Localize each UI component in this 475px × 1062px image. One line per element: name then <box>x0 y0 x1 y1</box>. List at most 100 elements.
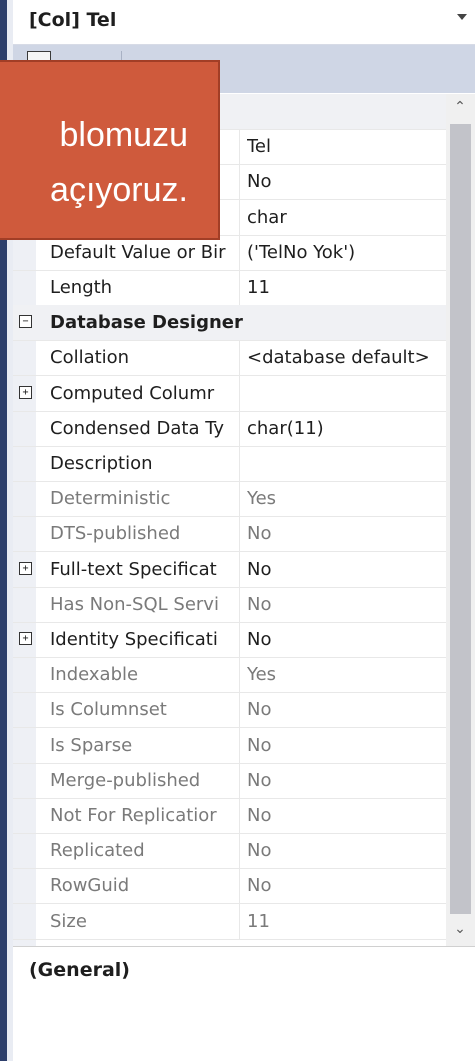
property-value[interactable]: char <box>247 207 443 229</box>
column-divider[interactable] <box>239 199 240 235</box>
column-divider[interactable] <box>239 375 240 411</box>
chevron-up-icon[interactable]: ⌃ <box>454 100 466 114</box>
category-row[interactable]: − Database Designer <box>13 305 446 342</box>
property-value[interactable]: Yes <box>247 488 443 510</box>
property-value[interactable]: No <box>247 523 443 545</box>
property-name: Collation <box>50 347 130 369</box>
expand-icon[interactable]: + <box>19 632 32 645</box>
dropdown-arrow-icon[interactable] <box>457 14 467 20</box>
column-divider[interactable] <box>239 868 240 904</box>
selected-object-title: [Col] Tel <box>29 9 117 31</box>
expand-icon[interactable]: + <box>19 385 32 399</box>
annotation-callout: blomuzu açıyoruz. <box>0 60 220 240</box>
column-divider[interactable] <box>239 798 240 833</box>
property-name: Is Columnset <box>50 699 167 721</box>
property-value[interactable]: No <box>247 770 443 792</box>
column-divider[interactable] <box>239 762 240 798</box>
property-name: DTS-published <box>50 523 181 545</box>
column-divider[interactable] <box>239 234 240 270</box>
column-divider[interactable] <box>239 481 240 517</box>
property-name: Replicated <box>50 840 145 862</box>
property-value[interactable] <box>247 453 443 475</box>
object-selector[interactable]: [Col] Tel <box>13 0 475 45</box>
callout-line-1: blomuzu <box>59 116 188 154</box>
property-row[interactable]: + Full-text Specificat No <box>13 551 446 588</box>
property-row[interactable]: Is Sparse No <box>13 727 446 764</box>
column-divider[interactable] <box>239 340 240 376</box>
property-row[interactable]: Collation <database default> <box>13 340 446 377</box>
property-name: Default Value or Bir <box>50 241 226 263</box>
property-value[interactable]: <database default> <box>247 347 443 369</box>
property-value[interactable]: No <box>247 805 443 827</box>
property-value[interactable]: No <box>247 875 443 897</box>
property-name: Computed Columr <box>50 382 215 404</box>
property-value[interactable]: No <box>247 699 443 721</box>
property-row[interactable]: Condensed Data Ty char(11) <box>13 410 446 447</box>
column-divider[interactable] <box>239 586 240 622</box>
property-row[interactable]: + Identity Specificati No <box>13 622 446 658</box>
property-row[interactable]: Default Value or Bir ('TelNo Yok') <box>13 234 446 271</box>
property-row[interactable]: Is Columnset No <box>13 692 446 729</box>
expand-icon[interactable]: + <box>19 561 32 575</box>
property-row[interactable]: + Computed Columr <box>13 375 446 412</box>
scrollbar-thumb[interactable] <box>450 124 471 914</box>
chevron-down-icon[interactable]: ⌄ <box>454 922 466 936</box>
description-pane: (General) <box>13 946 475 1062</box>
property-name: Database Designer <box>50 312 243 334</box>
column-divider[interactable] <box>239 692 240 728</box>
property-value[interactable]: Tel <box>247 136 443 158</box>
column-divider[interactable] <box>239 833 240 869</box>
column-divider[interactable] <box>239 903 240 939</box>
property-row[interactable]: Not For Replicatior No <box>13 798 446 834</box>
property-row[interactable]: Indexable Yes <box>13 657 446 694</box>
callout-line-2: açıyoruz. <box>50 171 188 209</box>
column-divider[interactable] <box>239 270 240 305</box>
column-divider[interactable] <box>239 551 240 587</box>
property-name: Indexable <box>50 664 139 686</box>
property-row[interactable]: Description <box>13 446 446 482</box>
property-name: Has Non-SQL Servi <box>50 593 219 615</box>
vertical-scrollbar[interactable]: ⌃ ⌄ <box>446 94 475 946</box>
property-row[interactable]: DTS-published No <box>13 516 446 553</box>
column-divider[interactable] <box>239 164 240 200</box>
property-name: Size <box>50 910 87 932</box>
property-row[interactable]: Length 11 <box>13 270 446 306</box>
property-value[interactable]: ('TelNo Yok') <box>247 242 443 264</box>
property-value[interactable]: No <box>247 559 443 581</box>
property-row[interactable]: Replicated No <box>13 833 446 870</box>
property-name: Merge-published <box>50 769 201 791</box>
property-name: Description <box>50 453 153 474</box>
property-value[interactable]: No <box>247 629 443 651</box>
description-title: (General) <box>29 959 130 981</box>
collapse-icon[interactable]: − <box>19 315 32 329</box>
property-row[interactable]: RowGuid No <box>13 868 446 905</box>
property-name: Deterministic <box>50 488 171 510</box>
property-value[interactable]: No <box>247 840 443 862</box>
property-name: Length <box>50 277 113 298</box>
property-name: Full-text Specificat <box>50 558 217 580</box>
property-value[interactable]: No <box>247 171 443 193</box>
column-divider[interactable] <box>239 446 240 481</box>
column-divider[interactable] <box>239 129 240 165</box>
property-name: Condensed Data Ty <box>50 417 225 439</box>
column-divider[interactable] <box>239 622 240 657</box>
property-row[interactable]: Merge-published No <box>13 762 446 799</box>
property-row[interactable]: Size 11 <box>13 903 446 940</box>
property-name: Is Sparse <box>50 734 133 756</box>
property-value[interactable] <box>247 383 443 405</box>
column-divider[interactable] <box>239 657 240 693</box>
property-value[interactable]: char(11) <box>247 418 443 440</box>
property-row[interactable]: Deterministic Yes <box>13 481 446 518</box>
property-value[interactable]: No <box>247 594 443 616</box>
property-value[interactable]: 11 <box>247 911 443 933</box>
column-divider[interactable] <box>239 410 240 446</box>
property-value[interactable]: 11 <box>247 277 443 299</box>
property-name: Not For Replicatior <box>50 805 217 826</box>
column-divider[interactable] <box>239 516 240 552</box>
column-divider[interactable] <box>239 727 240 763</box>
property-row[interactable]: Has Non-SQL Servi No <box>13 586 446 623</box>
property-value[interactable]: No <box>247 735 443 757</box>
property-value[interactable]: Yes <box>247 664 443 686</box>
property-name: RowGuid <box>50 875 130 897</box>
property-name: Identity Specificati <box>50 629 218 650</box>
